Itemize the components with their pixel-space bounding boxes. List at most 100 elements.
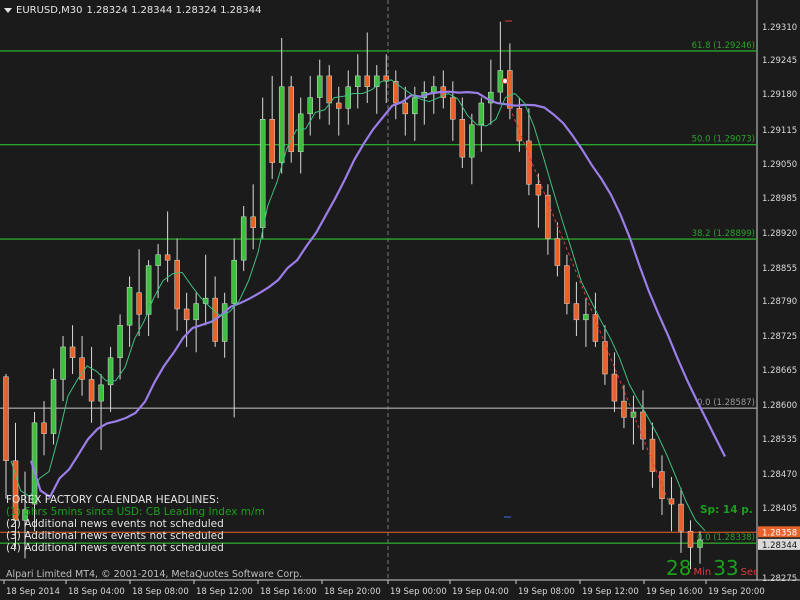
- candle-body: [240, 216, 247, 261]
- fib-level-label: 0.0 (1.28338): [697, 533, 755, 543]
- candle-body: [431, 86, 437, 93]
- spread-label: Sp: 14 p.: [700, 504, 753, 516]
- candle-body: [507, 70, 513, 109]
- fib-level-label: 0.0 (1.28587): [697, 398, 755, 408]
- copyright-text: Alpari Limited MT4, © 2001-2014, MetaQuo…: [6, 569, 303, 580]
- price-axis-label: 1.28405: [762, 504, 797, 514]
- candle-body: [155, 254, 161, 266]
- candle-body: [611, 373, 618, 402]
- price-axis-label: 1.29310: [762, 23, 797, 33]
- candle-body: [117, 324, 123, 359]
- candle-body: [174, 259, 180, 310]
- candle-body: [250, 216, 256, 228]
- news-item: (4) Additional news events not scheduled: [6, 542, 224, 554]
- candle-body: [193, 303, 199, 321]
- candle-body: [126, 287, 133, 326]
- time-axis-label: 19 Sep 04:00: [452, 587, 509, 597]
- candle-body: [278, 86, 285, 163]
- candle-body: [60, 346, 66, 380]
- candle-body: [355, 75, 361, 87]
- fib-level-label: 61.8 (1.29246): [692, 41, 755, 51]
- price-axis-label: 1.29245: [762, 56, 797, 66]
- candle-body: [164, 254, 171, 261]
- candle-body: [88, 379, 95, 402]
- candle-body: [621, 400, 627, 418]
- candle-body: [136, 292, 142, 315]
- countdown-sec-label: Sec: [740, 567, 759, 578]
- candle-body: [69, 346, 76, 359]
- time-axis-label: 18 Sep 04:00: [68, 587, 125, 597]
- candle-body: [687, 530, 694, 548]
- candle-body: [564, 265, 570, 304]
- candle-body: [535, 184, 542, 196]
- time-axis-label: 19 Sep 20:00: [708, 587, 765, 597]
- chevron-down-icon[interactable]: [4, 7, 12, 13]
- candle-body: [450, 97, 456, 120]
- candle-body: [41, 422, 47, 434]
- candle-body: [592, 314, 599, 342]
- countdown-min-label: Min: [693, 567, 712, 578]
- candle-body: [412, 97, 418, 115]
- news-title: FOREX FACTORY CALENDAR HEADLINES:: [6, 494, 220, 506]
- price-axis-label: 1.29050: [762, 160, 797, 170]
- price-axis-label: 1.28985: [762, 194, 797, 204]
- price-axis-label: 1.28790: [762, 297, 797, 307]
- candle-body: [602, 341, 608, 375]
- price-axis-label: 1.28665: [762, 366, 797, 376]
- time-axis-label: 19 Sep 08:00: [518, 587, 575, 597]
- fast-ma-line: [10, 79, 706, 532]
- candle-body: [297, 113, 304, 153]
- price-axis-label: 1.29180: [762, 90, 797, 100]
- candle-body: [697, 539, 703, 548]
- price-axis-label: 1.29115: [762, 126, 797, 136]
- price-axis-label: 1.28470: [762, 470, 797, 480]
- ask-price-label: 1.28358: [762, 528, 797, 538]
- time-axis-label: 18 Sep 12:00: [196, 587, 253, 597]
- time-axis-label: 19 Sep 12:00: [582, 587, 639, 597]
- slow-ma-line: [29, 90, 726, 499]
- candle-body: [478, 102, 485, 125]
- countdown-seconds: 33: [713, 556, 739, 580]
- candle-body: [364, 75, 371, 87]
- price-axis-label: 1.28725: [762, 332, 797, 342]
- candle-body: [678, 503, 684, 532]
- time-axis-label: 18 Sep 2014: [6, 587, 60, 597]
- candle-body: [545, 194, 551, 239]
- fib-level-label: 50.0 (1.29073): [692, 135, 755, 145]
- symbol-timeframe: EURUSD,M30: [16, 4, 83, 16]
- bid-price-label: 1.28344: [762, 541, 797, 551]
- price-axis-label: 1.28535: [762, 435, 797, 445]
- mt4-chart-window[interactable]: 61.8 (1.29246) 50.0 (1.29073) 38.2 (1.2889…: [0, 0, 800, 600]
- candle-body: [469, 124, 475, 158]
- candle-body: [640, 411, 646, 440]
- candle-body: [459, 119, 466, 158]
- candle-body: [668, 498, 675, 505]
- candle-body: [335, 102, 342, 109]
- candle-body: [183, 308, 190, 321]
- candle-body: [326, 75, 332, 104]
- candle-body: [231, 259, 237, 304]
- countdown-minutes: 28: [666, 556, 692, 580]
- candle-body: [659, 471, 665, 499]
- candle-body: [288, 86, 294, 153]
- news-item: (3) Additional news events not scheduled: [6, 530, 224, 542]
- time-axis-label: 18 Sep 20:00: [324, 587, 381, 597]
- ohlc-values: 1.28324 1.28344 1.28324 1.28344: [86, 4, 262, 16]
- time-axis-label: 18 Sep 08:00: [132, 587, 189, 597]
- candle-body: [402, 102, 409, 115]
- candle-body: [98, 384, 104, 402]
- candle-body: [3, 376, 9, 461]
- candle-body: [573, 303, 580, 321]
- time-axis-label: 19 Sep 16:00: [646, 587, 703, 597]
- time-axis-label: 19 Sep 00:00: [390, 587, 447, 597]
- fib-level-label: 38.2 (1.28899): [692, 229, 755, 239]
- trend-anchor-point: [502, 78, 508, 84]
- candle-body: [269, 119, 275, 163]
- chart-header: EURUSD,M30 1.28324 1.28344 1.28324 1.283…: [4, 3, 261, 17]
- candle-body: [345, 86, 351, 109]
- candle-body: [554, 238, 561, 266]
- candle-body: [259, 119, 266, 228]
- price-axis-label: 1.28275: [762, 574, 797, 584]
- time-axis-label: 18 Sep 16:00: [260, 587, 317, 597]
- candle-body: [583, 314, 589, 321]
